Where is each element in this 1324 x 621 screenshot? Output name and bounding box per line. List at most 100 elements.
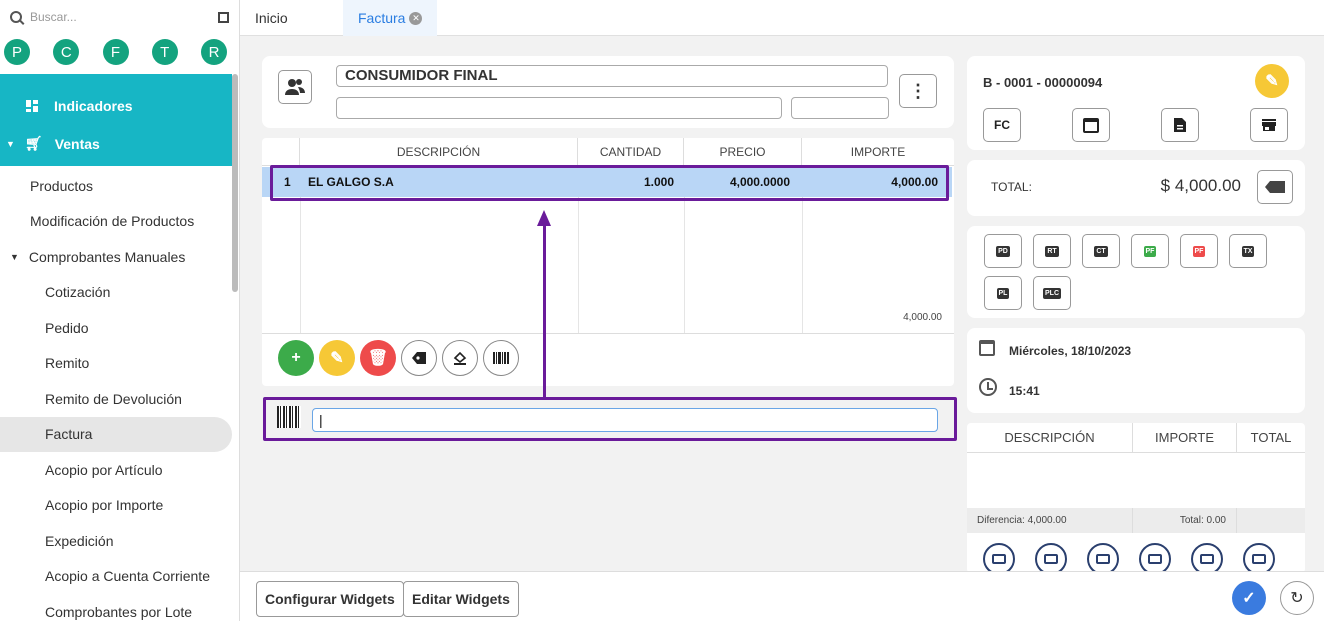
highlighted-barcode-annotation xyxy=(263,397,957,441)
print-label: RT xyxy=(1045,245,1059,257)
payments-footer-empty xyxy=(1237,508,1305,533)
quick-r-button[interactable]: R xyxy=(201,39,227,65)
header-importe: IMPORTE xyxy=(850,145,906,159)
sidebar-menu: Productos Modificación de Productos ▼ Co… xyxy=(0,168,232,621)
more-options-icon[interactable]: ⋮ xyxy=(899,74,937,108)
quick-c-button[interactable]: C xyxy=(53,39,80,65)
edit-widgets-button[interactable]: Editar Widgets xyxy=(403,581,519,617)
date-card: Miércoles, 18/10/2023 15:41 xyxy=(967,328,1305,413)
payments-table: DESCRIPCIÓN IMPORTE TOTAL Diferencia: 4,… xyxy=(967,423,1305,575)
sidebar-item-ventas[interactable]: ▼ 🛒︎ Ventas xyxy=(6,135,100,152)
document-icon[interactable] xyxy=(1161,108,1199,142)
sidebar-item-remito[interactable]: Remito xyxy=(0,346,232,382)
sidebar-item-pedido[interactable]: Pedido xyxy=(0,310,232,346)
client-address-field[interactable] xyxy=(336,97,782,119)
barcode-icon[interactable] xyxy=(483,340,519,376)
calendar-icon xyxy=(979,340,995,356)
search-input[interactable]: Buscar... xyxy=(30,10,77,24)
bottom-bar: Configurar Widgets Editar Widgets ✓ ↻ xyxy=(240,571,1324,621)
print-pf-red-button[interactable]: PF xyxy=(1180,234,1218,268)
print-rt-button[interactable]: RT xyxy=(1033,234,1071,268)
discount-tag-icon[interactable] xyxy=(1257,170,1293,204)
column-divider xyxy=(300,197,301,333)
sidebar: Buscar... P C F T R Indicadores ▼ 🛒︎ Ven… xyxy=(0,0,240,621)
print-pd-button[interactable]: PD xyxy=(984,234,1022,268)
annotation-arrow xyxy=(543,222,546,398)
document-card: B - 0001 - 00000094 ✎ FC xyxy=(967,56,1305,150)
clock-icon xyxy=(979,378,997,396)
sidebar-item-acopio-importe[interactable]: Acopio por Importe xyxy=(0,488,232,524)
payments-header-descripcion: DESCRIPCIÓN xyxy=(967,423,1133,452)
edit-document-button[interactable]: ✎ xyxy=(1255,64,1289,98)
print-pl-button[interactable]: PL xyxy=(984,276,1022,310)
edit-item-button[interactable]: ✎ xyxy=(319,340,355,376)
search-icon xyxy=(10,11,22,23)
select-client-button[interactable] xyxy=(278,70,312,104)
item-toolbar: + ✎ 🗑︎ xyxy=(278,340,524,376)
sidebar-item-factura[interactable]: Factura xyxy=(0,416,232,452)
tab-inicio[interactable]: Inicio xyxy=(240,0,303,36)
client-id-field[interactable] xyxy=(791,97,889,119)
payments-total: Total: 0.00 xyxy=(1133,508,1237,533)
print-options-card: PD RT CT PF PF TX PL PLC xyxy=(967,226,1305,318)
close-tab-icon[interactable]: ✕ xyxy=(409,11,423,25)
fullscreen-icon[interactable] xyxy=(218,11,229,23)
items-table-header: DESCRIPCIÓN CANTIDAD PRECIO IMPORTE xyxy=(262,138,954,166)
sidebar-scrollbar[interactable] xyxy=(232,74,238,292)
total-amount: $ 4,000.00 xyxy=(1160,176,1241,195)
expand-icon: ▼ xyxy=(6,138,15,149)
delete-item-button[interactable]: 🗑︎ xyxy=(360,340,396,376)
document-type-button[interactable]: FC xyxy=(983,108,1021,142)
document-number: B - 0001 - 00000094 xyxy=(983,75,1103,90)
paint-bucket-icon[interactable] xyxy=(442,340,478,376)
column-divider xyxy=(684,197,685,333)
sidebar-item-label: Ventas xyxy=(54,135,100,152)
header-descripcion: DESCRIPCIÓN xyxy=(300,138,578,166)
print-label: PF xyxy=(1143,245,1157,257)
print-pf-green-button[interactable]: PF xyxy=(1131,234,1169,268)
quick-access-circles: P C F T R xyxy=(0,34,239,70)
tab-factura[interactable]: Factura ✕ xyxy=(343,0,438,36)
sidebar-item-remito-devolucion[interactable]: Remito de Devolución xyxy=(0,381,232,417)
print-ct-button[interactable]: CT xyxy=(1082,234,1120,268)
payments-footer: Diferencia: 4,000.00 Total: 0.00 xyxy=(967,508,1305,533)
print-label: PL xyxy=(996,287,1010,299)
calendar-icon[interactable] xyxy=(1072,108,1110,142)
sidebar-item-productos[interactable]: Productos xyxy=(0,168,232,204)
print-label: PF xyxy=(1192,245,1206,257)
print-label: PLC xyxy=(1043,287,1061,299)
tab-label: Factura xyxy=(358,10,406,26)
quick-f-button[interactable]: F xyxy=(102,39,129,65)
sidebar-item-cotizacion[interactable]: Cotización xyxy=(0,275,232,311)
sidebar-item-label: Comprobantes Manuales xyxy=(28,248,186,265)
configure-widgets-button[interactable]: Configurar Widgets xyxy=(256,581,404,617)
total-card: TOTAL: $ 4,000.00 xyxy=(967,160,1305,216)
payments-header-total: TOTAL xyxy=(1250,430,1292,445)
search-bar[interactable]: Buscar... xyxy=(0,0,239,34)
document-time: 15:41 xyxy=(1009,384,1040,398)
confirm-button[interactable]: ✓ xyxy=(1232,581,1266,615)
column-divider xyxy=(802,197,803,333)
column-divider xyxy=(578,197,579,333)
sidebar-item-comprobantes-lote[interactable]: Comprobantes por Lote xyxy=(0,594,232,621)
add-item-button[interactable]: + xyxy=(278,340,314,376)
sidebar-item-expedicion[interactable]: Expedición xyxy=(0,523,232,559)
header-cantidad: CANTIDAD xyxy=(578,138,684,166)
refresh-icon[interactable]: ↻ xyxy=(1280,581,1314,615)
sidebar-item-modificacion-productos[interactable]: Modificación de Productos xyxy=(0,204,232,240)
quick-t-button[interactable]: T xyxy=(151,39,178,65)
sidebar-item-comprobantes-manuales[interactable]: ▼ Comprobantes Manuales xyxy=(0,239,232,275)
client-name-field[interactable]: CONSUMIDOR FINAL xyxy=(336,65,888,87)
print-label: TX xyxy=(1241,245,1255,257)
quick-p-button[interactable]: P xyxy=(4,39,30,65)
sidebar-item-acopio-cuenta-corriente[interactable]: Acopio a Cuenta Corriente xyxy=(0,559,232,595)
print-plc-button[interactable]: PLC xyxy=(1033,276,1071,310)
store-icon[interactable] xyxy=(1250,108,1288,142)
print-tx-button[interactable]: TX xyxy=(1229,234,1267,268)
payments-header-importe: IMPORTE xyxy=(1133,423,1237,452)
sidebar-item-acopio-articulo[interactable]: Acopio por Artículo xyxy=(0,452,232,488)
tab-bar: Inicio Factura ✕ xyxy=(240,0,1324,36)
dashboard-icon xyxy=(26,100,38,112)
sidebar-item-indicadores[interactable]: Indicadores xyxy=(26,98,133,114)
tag-icon[interactable] xyxy=(401,340,437,376)
